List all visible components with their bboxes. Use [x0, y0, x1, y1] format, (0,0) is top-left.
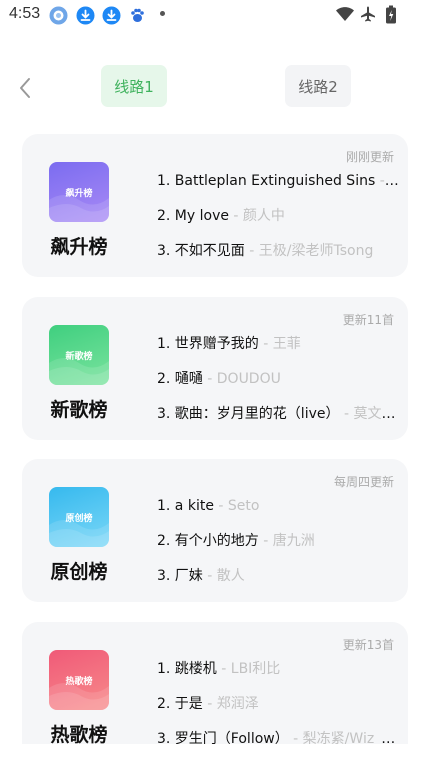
song-name: 3. 歌曲：岁月里的花（live）	[157, 406, 340, 422]
song-list: 1. 世界赠予我的 - 王菲 2. 嗵嗵 - DOUDOU 3. 歌曲：岁月里的…	[157, 335, 403, 440]
chart-cover: 热歌榜	[49, 650, 109, 710]
chart-card-soaring[interactable]: 飙升榜 飙升榜 刚刚更新 1. Battleplan Extinguished …	[22, 134, 408, 277]
chart-cover: 原创榜	[49, 487, 109, 547]
chart-cover: 新歌榜	[49, 325, 109, 385]
song-artist: - DOUDOU	[202, 371, 281, 387]
song-artist: - 唐九洲	[258, 533, 315, 549]
chart-card-original[interactable]: 原创榜 原创榜 每周四更新 1. a kite - Seto 2. 有个小的地方…	[22, 459, 408, 602]
cover-label: 热歌榜	[65, 676, 93, 687]
song-artist: - 颜人中	[228, 208, 285, 224]
song-item[interactable]: 3. 歌曲：岁月里的花（live） - 莫文蔚/...	[157, 405, 403, 440]
song-name: 1. 世界赠予我的	[157, 336, 259, 352]
baidu-icon	[128, 6, 147, 25]
song-name: 1. 跳楼机	[157, 661, 217, 677]
song-name: 3. 厂妹	[157, 568, 203, 584]
song-name: 2. My love	[157, 208, 229, 224]
cover-label: 新歌榜	[65, 351, 93, 362]
song-item[interactable]: 1. 世界赠予我的 - 王菲	[157, 335, 403, 370]
airplane-icon	[359, 5, 377, 27]
song-item[interactable]: 1. Battleplan Extinguished Sins - 塞壬...	[157, 172, 403, 207]
update-status: 刚刚更新	[345, 150, 394, 164]
status-time: 4:53	[9, 5, 41, 22]
song-name: 2. 有个小的地方	[157, 533, 259, 549]
song-list: 1. Battleplan Extinguished Sins - 塞壬... …	[157, 172, 403, 277]
song-item[interactable]: 2. 有个小的地方 - 唐九洲	[157, 532, 403, 567]
battery-icon	[385, 5, 397, 28]
tab-route-1[interactable]: 线路1	[101, 65, 167, 107]
chart-cover: 飙升榜	[49, 162, 109, 222]
song-item[interactable]: 2. 嗵嗵 - DOUDOU	[157, 370, 403, 405]
song-artist: - 王极/梁老师Tsong	[244, 243, 374, 259]
back-button[interactable]	[14, 74, 38, 102]
tab-route-2[interactable]: 线路2	[285, 65, 351, 107]
song-name: 2. 于是	[157, 696, 203, 712]
song-artist: - 王菲	[258, 336, 301, 352]
chart-card-new[interactable]: 新歌榜 新歌榜 更新11首 1. 世界赠予我的 - 王菲 2. 嗵嗵 - DOU…	[22, 297, 408, 440]
song-name: 1. Battleplan Extinguished Sins	[157, 173, 376, 189]
song-artist: - 塞壬...	[379, 173, 403, 189]
wifi-icon	[335, 5, 355, 27]
more-notifications-dot	[160, 11, 165, 16]
song-artist: - 莫文蔚/...	[343, 406, 403, 422]
song-artist: - 散人	[202, 568, 245, 584]
song-name: 1. a kite	[157, 498, 214, 514]
chart-title: 热歌榜	[50, 724, 108, 746]
song-item[interactable]: 2. My love - 颜人中	[157, 207, 403, 242]
bottom-fade	[0, 744, 430, 764]
update-status: 每周四更新	[333, 475, 394, 489]
song-item[interactable]: 1. a kite - Seto	[157, 497, 403, 532]
song-item[interactable]: 1. 跳楼机 - LBI利比	[157, 660, 403, 695]
status-bar: 4:53	[0, 0, 430, 30]
song-name: 3. 不如不见面	[157, 243, 245, 259]
chart-card-hot[interactable]: 热歌榜 热歌榜 更新13首 1. 跳楼机 - LBI利比 2. 于是 - 郑润泽…	[22, 622, 408, 764]
song-item[interactable]: 2. 于是 - 郑润泽	[157, 695, 403, 730]
song-artist: - LBI利比	[216, 661, 281, 677]
update-status: 更新11首	[342, 313, 394, 327]
cover-label: 飙升榜	[65, 188, 93, 199]
chart-title: 飙升榜	[50, 236, 108, 258]
app-notification-icon	[49, 6, 68, 25]
download-icon	[76, 6, 95, 25]
download-icon	[102, 6, 121, 25]
song-artist: - Seto	[213, 498, 260, 514]
update-status: 更新13首	[342, 638, 394, 652]
chart-title: 新歌榜	[50, 399, 108, 421]
song-artist: - 郑润泽	[202, 696, 259, 712]
cover-label: 原创榜	[65, 513, 93, 524]
chevron-left-icon	[20, 78, 30, 98]
song-list: 1. a kite - Seto 2. 有个小的地方 - 唐九洲 3. 厂妹 -…	[157, 497, 403, 602]
song-name: 2. 嗵嗵	[157, 371, 203, 387]
song-item[interactable]: 3. 厂妹 - 散人	[157, 567, 403, 602]
chart-title: 原创榜	[50, 561, 108, 583]
song-item[interactable]: 3. 不如不见面 - 王极/梁老师Tsong	[157, 242, 403, 277]
